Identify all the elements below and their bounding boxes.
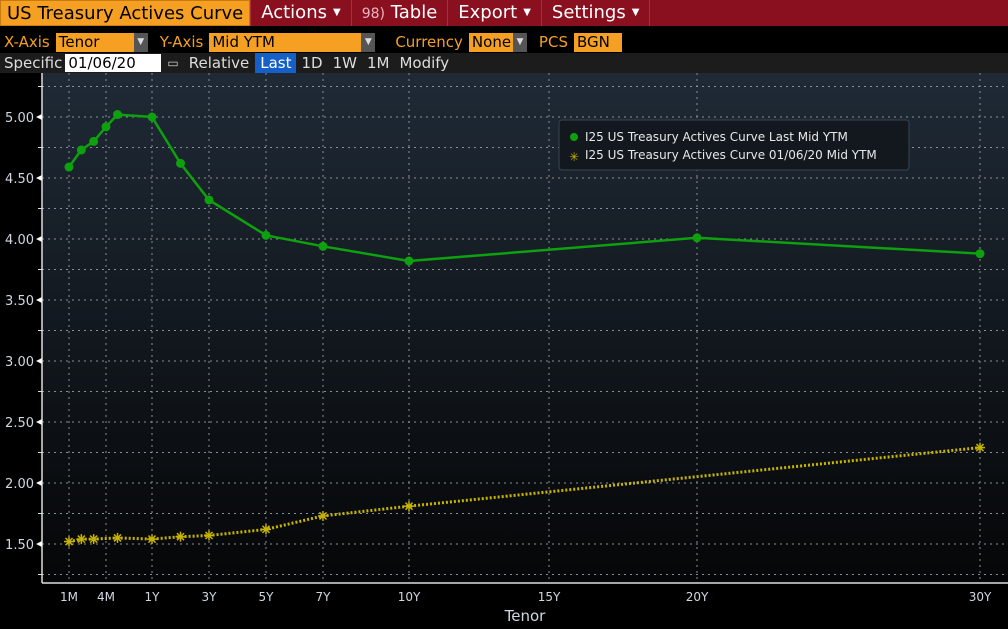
x-tick-label: 4M [97, 590, 115, 604]
data-point-historical [112, 532, 123, 543]
caret-down-icon: ▼ [523, 7, 531, 18]
data-point-last [404, 256, 414, 266]
x-tick-label: 20Y [686, 590, 709, 604]
data-point-historical [318, 510, 328, 521]
yaxis-dropdown-icon[interactable]: ▼ [361, 32, 376, 52]
caret-down-icon: ▼ [333, 7, 341, 18]
calendar-icon[interactable]: ▭ [167, 56, 178, 70]
legend: I25 US Treasury Actives Curve Last Mid Y… [558, 119, 910, 171]
x-tick-label: 1M [60, 590, 78, 604]
y-tick-label: 2.00 [5, 477, 34, 492]
data-point-historical [64, 536, 74, 547]
legend-marker-historical: ✳ [569, 150, 579, 164]
data-point-historical [76, 534, 87, 545]
date-input[interactable]: 01/06/20 [65, 54, 162, 72]
data-point-last [89, 136, 99, 146]
y-tick-label: 4.00 [5, 233, 34, 248]
data-point-historical [147, 534, 157, 545]
data-point-historical [404, 501, 414, 512]
currency-dropdown-icon[interactable]: ▼ [512, 32, 527, 52]
x-tick-label: 15Y [538, 590, 561, 604]
data-point-last [176, 158, 185, 168]
xaxis-select[interactable]: Tenor [55, 32, 134, 52]
1w-button[interactable]: 1W [328, 53, 362, 73]
y-tick-label: 4.50 [5, 172, 34, 187]
yaxis-select[interactable]: Mid YTM [209, 32, 362, 52]
data-point-historical [261, 524, 271, 535]
export-menu[interactable]: Export ▼ [447, 0, 541, 26]
data-point-last [318, 241, 328, 251]
pcs-label: PCS [538, 33, 568, 51]
currency-label: Currency [395, 33, 463, 51]
settings-menu[interactable]: Settings ▼ [540, 0, 651, 26]
data-point-last [204, 195, 214, 205]
1m-button[interactable]: 1M [362, 53, 395, 73]
data-point-historical [975, 442, 985, 453]
data-point-last [261, 230, 271, 240]
data-point-last [692, 233, 702, 243]
axis-controls: X-Axis Tenor ▼ Y-Axis Mid YTM ▼ Currency… [0, 31, 622, 53]
x-tick-label: 5Y [259, 590, 275, 604]
y-tick-label: 1.50 [5, 538, 34, 553]
data-point-last [975, 249, 985, 259]
data-point-historical [204, 530, 214, 541]
data-point-last [76, 145, 86, 155]
y-tick-label: 2.50 [5, 416, 34, 431]
data-point-last [113, 110, 123, 120]
legend-label-historical: I25 US Treasury Actives Curve 01/06/20 M… [585, 148, 877, 162]
date-toolbar: Specific 01/06/20 ▭ Relative Last 1D 1W … [0, 53, 1008, 73]
x-axis-title: Tenor [504, 607, 547, 625]
yaxis-label: Y-Axis [159, 33, 204, 51]
y-tick-label: 5.00 [5, 111, 34, 126]
caret-down-icon: ▼ [631, 7, 640, 18]
specific-label: Specific [4, 54, 63, 72]
legend-box [558, 119, 910, 171]
data-point-last [147, 112, 157, 122]
x-tick-label: 3Y [202, 590, 218, 604]
y-tick-label: 3.50 [5, 294, 34, 309]
x-tick-label: 7Y [316, 590, 332, 604]
xaxis-dropdown-icon[interactable]: ▼ [133, 32, 148, 52]
modify-button[interactable]: Modify [394, 53, 454, 73]
actions-menu[interactable]: Actions ▼ [250, 0, 350, 26]
data-point-historical [88, 534, 99, 545]
1d-button[interactable]: 1D [296, 53, 327, 73]
window-title: US Treasury Actives Curve [0, 0, 251, 26]
x-tick-label: 1Y [145, 590, 161, 604]
x-tick-label: 30Y [969, 590, 992, 604]
x-tick-label: 10Y [398, 590, 421, 604]
yield-curve-chart: 1.50 2.00 2.50 3.00 3.50 4.00 4.50 5.00 1M 4M 1Y 3Y… [0, 73, 1008, 629]
last-button[interactable]: Last [255, 53, 297, 73]
xaxis-label: X-Axis [4, 33, 50, 51]
data-point-last [64, 162, 74, 172]
menu-bar: US Treasury Actives Curve Actions ▼ 98) T… [0, 0, 1008, 26]
currency-select[interactable]: None [468, 32, 513, 52]
legend-marker-last [570, 133, 578, 141]
data-point-historical [175, 531, 186, 542]
relative-label: Relative [188, 54, 250, 72]
y-tick-label: 3.00 [5, 355, 34, 370]
pcs-field[interactable]: BGN [573, 32, 622, 52]
data-point-last [101, 122, 111, 132]
legend-label-last: I25 US Treasury Actives Curve Last Mid Y… [585, 130, 848, 144]
table-button[interactable]: 98) Table [350, 0, 448, 26]
